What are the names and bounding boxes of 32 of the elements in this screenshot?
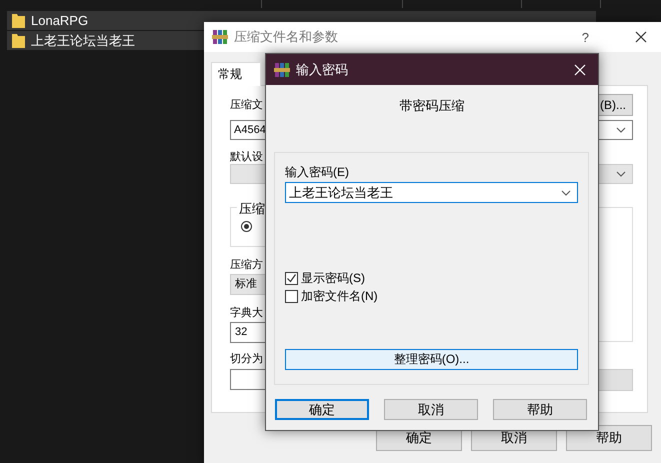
checkbox-label: 加密文件名(N): [301, 288, 378, 304]
dialog-button[interactable]: 取消: [384, 399, 478, 420]
window-title: 输入密码: [296, 60, 348, 78]
file-name: 上老王论坛当老王: [31, 32, 135, 50]
chevron-down-icon: [616, 171, 626, 177]
checkbox[interactable]: [285, 272, 298, 284]
dialog-button[interactable]: 帮助: [566, 425, 652, 451]
chevron-down-icon: [616, 127, 626, 133]
chevron-down-icon: [561, 190, 571, 196]
folder-icon: [12, 13, 25, 28]
field-label: 压缩方: [230, 258, 263, 272]
tab[interactable]: 常规: [211, 62, 261, 86]
close-icon[interactable]: [635, 31, 647, 43]
file-name: LonaRPG: [31, 13, 88, 28]
stacked-books-icon: [212, 29, 228, 45]
field-label: 输入密码(E): [285, 164, 349, 180]
dialog-heading: 带密码压缩: [400, 98, 464, 113]
dialog-button[interactable]: 帮助: [493, 399, 587, 420]
field-label: 压缩文: [230, 98, 263, 112]
field-label: 切分为: [230, 352, 263, 366]
help-button[interactable]: ?: [582, 30, 589, 44]
radio-button[interactable]: [241, 221, 252, 232]
checkbox[interactable]: [285, 290, 298, 302]
folder-icon: [12, 33, 25, 48]
checkbox-label: 显示密码(S): [301, 270, 365, 286]
field-label: 默认设: [230, 150, 263, 164]
organize-button[interactable]: 整理密码(O)...: [285, 349, 578, 370]
dialog-button[interactable]: 确定: [275, 399, 369, 420]
password-field[interactable]: 上老王论坛当老王: [285, 182, 578, 203]
stacked-books-icon: [274, 62, 290, 78]
field-label: 字典大: [230, 306, 263, 320]
window-title: 压缩文件名和参数: [234, 28, 338, 46]
